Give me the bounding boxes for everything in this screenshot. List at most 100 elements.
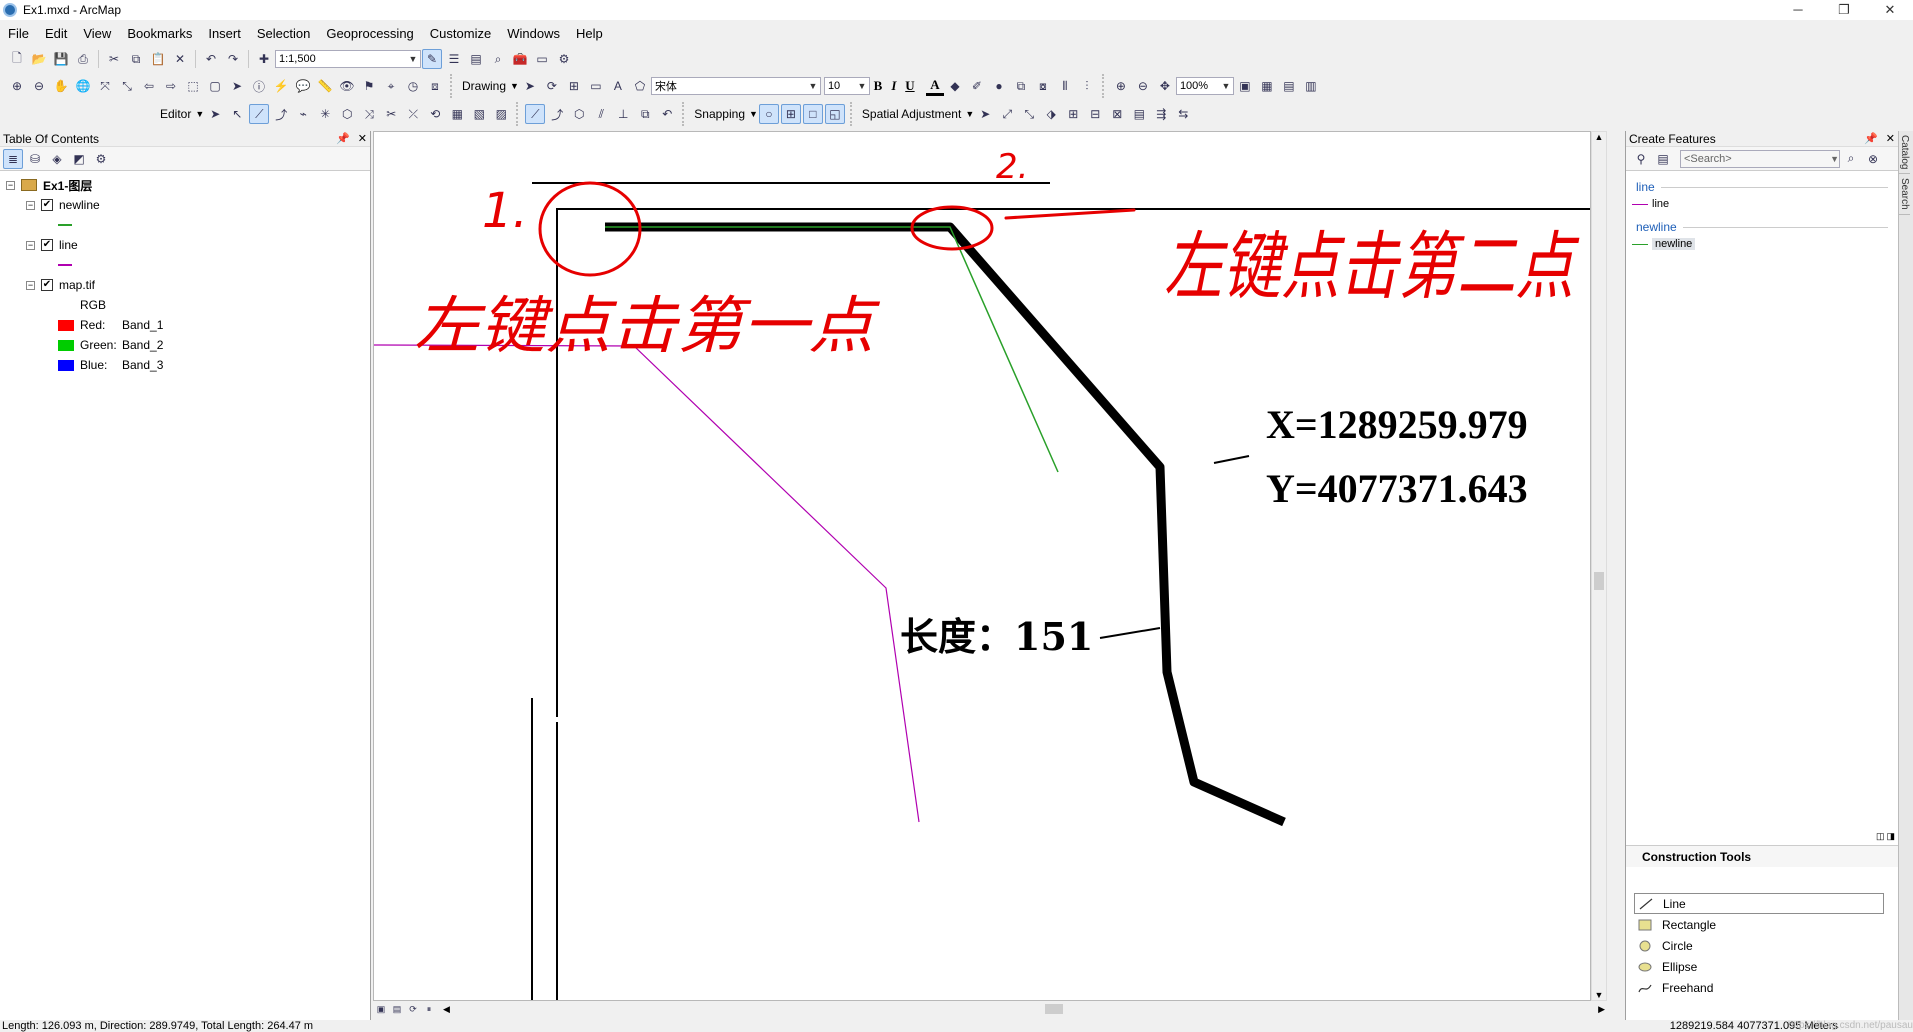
- find-route-icon[interactable]: ⚑: [359, 76, 379, 96]
- marker-color-icon[interactable]: ●: [989, 76, 1009, 96]
- list-by-visibility-icon[interactable]: ◈: [47, 149, 67, 169]
- fixed-zoom-out-icon[interactable]: ⤡: [117, 76, 137, 96]
- edit-tool-icon[interactable]: ➤: [205, 104, 225, 124]
- save-icon[interactable]: 💾: [51, 49, 71, 69]
- parallel-icon[interactable]: ⫽: [591, 104, 611, 124]
- select-elements-icon[interactable]: ➤: [520, 76, 540, 96]
- layer-symbol-row[interactable]: [0, 255, 370, 275]
- paste-icon[interactable]: 📋: [148, 49, 168, 69]
- new-displacement-link-icon[interactable]: ⤢: [997, 104, 1017, 124]
- edge-snapping-icon[interactable]: ◱: [824, 104, 845, 124]
- modify-link-icon[interactable]: ⤡: [1019, 104, 1039, 124]
- rotate-icon[interactable]: ⟳: [542, 76, 562, 96]
- fill-color-bucket-icon[interactable]: ◆: [945, 76, 965, 96]
- scroll-thumb[interactable]: [1045, 1004, 1063, 1014]
- collapse-icon[interactable]: −: [6, 180, 15, 190]
- new-text-icon[interactable]: A: [608, 76, 628, 96]
- menu-edit[interactable]: Edit: [37, 26, 75, 41]
- construction-tool-circle[interactable]: Circle: [1634, 935, 1884, 956]
- edit-vertices-icon[interactable]: ⬠: [630, 76, 650, 96]
- layer-visibility-checkbox[interactable]: ✔: [41, 279, 53, 291]
- attributes-icon[interactable]: ▦: [447, 104, 467, 124]
- full-extent-globe-icon[interactable]: 🌐: [73, 76, 93, 96]
- map-canvas[interactable]: X=1289259.979 Y=4077371.643 长度：151 1. 2.…: [374, 132, 1591, 1001]
- color-swatch[interactable]: [58, 319, 74, 331]
- menu-customize[interactable]: Customize: [422, 26, 499, 41]
- template-item-line[interactable]: line: [1626, 194, 1898, 214]
- collapse-icon[interactable]: −: [26, 240, 35, 250]
- scroll-thumb[interactable]: [1594, 572, 1604, 590]
- select-elements-adjust-icon[interactable]: ➤: [975, 104, 995, 124]
- line-symbol[interactable]: [58, 264, 72, 266]
- copy-icon[interactable]: ⧉: [126, 49, 146, 69]
- fixed-zoom-in-icon[interactable]: ⤧: [95, 76, 115, 96]
- toggle-draft-mode-icon[interactable]: ▣: [1235, 76, 1255, 96]
- clear-selection-icon[interactable]: ▢: [205, 76, 225, 96]
- trace-icon[interactable]: ⌁: [293, 104, 313, 124]
- change-layout-icon[interactable]: ▤: [1279, 76, 1299, 96]
- scroll-left-icon[interactable]: ◀: [443, 1004, 450, 1015]
- perpendicular-icon[interactable]: ⊥: [613, 104, 633, 124]
- add-data-icon[interactable]: ✚: [254, 49, 274, 69]
- toc-options-icon[interactable]: ⚙: [91, 149, 111, 169]
- cut-icon[interactable]: ✂: [104, 49, 124, 69]
- band-row-blue[interactable]: Blue: Band_3: [0, 355, 370, 375]
- clear-search-icon[interactable]: ⊗: [1863, 149, 1883, 169]
- map-scale-combo[interactable]: 1:1,500 ▼: [275, 50, 421, 68]
- drawing-menu[interactable]: Drawing: [458, 79, 510, 93]
- collapse-icon[interactable]: −: [26, 280, 35, 290]
- list-by-drawing-order-icon[interactable]: ≣: [3, 148, 23, 169]
- list-by-source-icon[interactable]: ⛁: [25, 149, 45, 169]
- color-swatch[interactable]: [58, 339, 74, 351]
- edit-annotation-icon[interactable]: ↖: [227, 104, 247, 124]
- data-frame-row[interactable]: − Ex1-图层: [0, 175, 370, 195]
- menu-view[interactable]: View: [75, 26, 119, 41]
- redo-icon[interactable]: ↷: [223, 49, 243, 69]
- rotate-feature-icon[interactable]: ⟲: [425, 104, 445, 124]
- print-icon[interactable]: ⎙: [73, 49, 93, 69]
- new-limited-area-icon[interactable]: ⊟: [1085, 104, 1105, 124]
- arctoolbox-icon[interactable]: 🧰: [510, 49, 530, 69]
- line-symbol[interactable]: [58, 224, 72, 226]
- refresh-icon[interactable]: ⟳: [406, 1002, 420, 1016]
- identify-icon[interactable]: ⓘ: [249, 76, 269, 96]
- create-features-window-icon[interactable]: ▨: [491, 104, 511, 124]
- menu-selection[interactable]: Selection: [249, 26, 318, 41]
- search-icon[interactable]: ⌕: [1841, 149, 1861, 169]
- straight-segment-icon[interactable]: ⟋: [249, 104, 270, 124]
- spatial-adjustment-menu[interactable]: Spatial Adjustment: [858, 107, 965, 121]
- zoom-in-icon[interactable]: ⊕: [7, 76, 27, 96]
- font-combo[interactable]: 宋体 ▼: [650, 77, 821, 95]
- filter-templates-icon[interactable]: ⚲: [1631, 149, 1651, 169]
- distribute-icon[interactable]: ⫶: [1077, 76, 1097, 96]
- template-search-input[interactable]: <Search> ▼: [1680, 149, 1840, 168]
- menu-file[interactable]: File: [0, 26, 37, 41]
- menu-windows[interactable]: Windows: [499, 26, 568, 41]
- hyperlink-icon[interactable]: ⚡: [271, 76, 291, 96]
- viewer-window-icon[interactable]: ⧈: [425, 76, 445, 96]
- undo-edit-icon[interactable]: ↶: [657, 104, 677, 124]
- layer-row-newline[interactable]: − ✔ newline: [0, 195, 370, 215]
- layer-visibility-checkbox[interactable]: ✔: [41, 239, 53, 251]
- go-to-xy-icon[interactable]: ⌖: [381, 76, 401, 96]
- arc-tool-icon[interactable]: ⤴: [547, 104, 567, 124]
- new-identity-link-icon[interactable]: ⊞: [1063, 104, 1083, 124]
- search-tab[interactable]: Search: [1899, 174, 1910, 216]
- search-window-icon[interactable]: ⌕: [488, 49, 508, 69]
- editor-menu[interactable]: Editor: [156, 107, 195, 121]
- layer-symbol-row[interactable]: [0, 215, 370, 235]
- html-popup-icon[interactable]: 💬: [293, 76, 313, 96]
- minimize-button[interactable]: ─: [1775, 0, 1821, 20]
- template-group-newline[interactable]: newline: [1626, 214, 1898, 234]
- line-feature[interactable]: [374, 344, 920, 823]
- close-icon[interactable]: ✕: [1886, 132, 1895, 145]
- select-elements-pointer-icon[interactable]: ➤: [227, 76, 247, 96]
- point-icon[interactable]: ✳: [315, 104, 335, 124]
- italic-button[interactable]: I: [886, 78, 902, 94]
- edit-vertices-tool-icon[interactable]: ⬡: [337, 104, 357, 124]
- font-color-button[interactable]: A: [925, 77, 944, 96]
- collapse-panel-icon[interactable]: ◫: [1876, 831, 1885, 845]
- attribute-transfer-icon[interactable]: ⇆: [1173, 104, 1193, 124]
- organize-templates-icon[interactable]: ▤: [1653, 149, 1673, 169]
- menu-geoprocessing[interactable]: Geoprocessing: [318, 26, 421, 41]
